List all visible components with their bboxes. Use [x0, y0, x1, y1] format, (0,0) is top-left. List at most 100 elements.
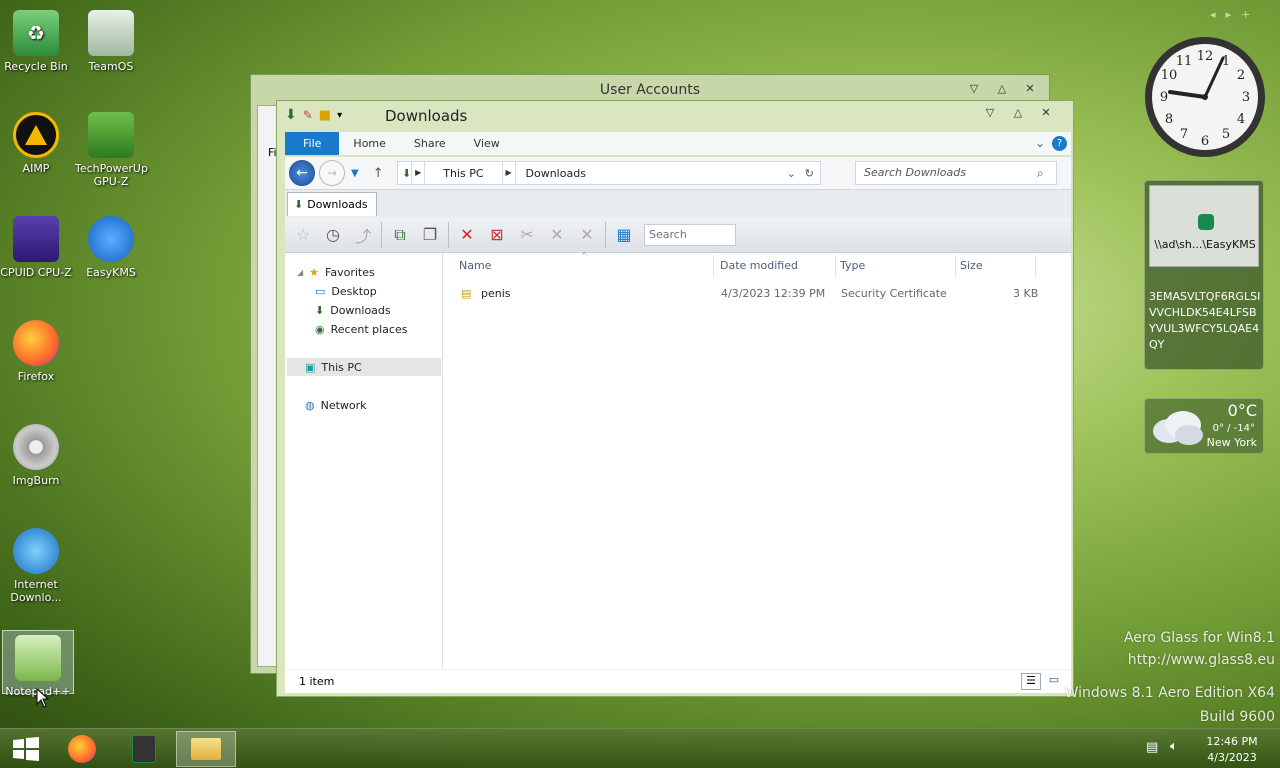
details-view-icon[interactable]: ☰ [1021, 673, 1041, 690]
copy-to-icon[interactable]: ❐ [416, 221, 444, 249]
tab-home[interactable]: Home [339, 132, 399, 155]
undo-icon[interactable]: ✕ [573, 221, 601, 249]
address-dropdown-icon[interactable]: ⌄ [787, 167, 796, 180]
download-icon[interactable]: ⬇ [285, 107, 297, 123]
nav-this-pc[interactable]: ▣ This PC [287, 358, 441, 376]
forward-button[interactable]: → [319, 160, 345, 186]
network-tray-icon[interactable]: ▤ [1146, 740, 1158, 755]
nav-recent-places[interactable]: ◉ Recent places [315, 320, 407, 338]
svg-text:3: 3 [1242, 90, 1250, 105]
desktop-icon-notepadpp[interactable]: Notepad++ [2, 630, 74, 698]
address-row: ← → ▼ ↑ ⬇ ▶ This PC ▶ Downloads ⌄ ↻ Sear… [285, 157, 1071, 189]
favorite-star-icon[interactable]: ☆ [289, 221, 317, 249]
desktop-icon-teamos[interactable]: TeamOS [75, 10, 147, 73]
breadcrumb-chevron-icon[interactable]: ▶ [501, 162, 516, 184]
tab-view[interactable]: View [460, 132, 514, 155]
start-button[interactable] [4, 731, 48, 767]
maximize-button[interactable]: △ [989, 79, 1015, 97]
column-header-size[interactable]: Size [960, 259, 983, 272]
desktop-icon-label: Recycle Bin [4, 60, 68, 73]
gpuz-icon [88, 112, 134, 158]
desktop-icon-label: CPUID CPU-Z [0, 266, 72, 279]
desktop-icon-gpuz[interactable]: TechPowerUp GPU-Z [75, 112, 148, 188]
dropdown-button[interactable]: ▽ [961, 79, 987, 97]
help-icon[interactable]: ? [1052, 136, 1067, 151]
desktop-icon-imgburn[interactable]: ImgBurn [0, 424, 72, 487]
kms-shortcut-tile[interactable]: \\ad\sh...\EasyKMS [1149, 185, 1259, 267]
tab-share[interactable]: Share [400, 132, 460, 155]
desktop-icon-recycle-bin[interactable]: ♻ Recycle Bin [0, 10, 72, 73]
column-divider[interactable] [955, 255, 956, 277]
column-header-date[interactable]: Date modified [720, 259, 798, 272]
maximize-button[interactable]: △ [1005, 103, 1031, 121]
watermark-line: Windows 8.1 Aero Edition X64 [1064, 685, 1275, 701]
desktop-icon-aimp[interactable]: AIMP [0, 112, 72, 175]
table-row[interactable]: ▤ penis 4/3/2023 12:39 PM Security Certi… [459, 285, 1039, 303]
expand-arrow-icon[interactable]: ◢ [297, 268, 303, 277]
rename-icon[interactable]: ✕ [543, 221, 571, 249]
search-icon[interactable]: ⌕ [1037, 166, 1044, 181]
history-icon[interactable]: ◷ [319, 221, 347, 249]
properties-icon[interactable]: ✎ [303, 108, 313, 122]
delete-icon[interactable]: ✕ [453, 221, 481, 249]
column-divider[interactable] [713, 255, 714, 277]
volume-muted-icon[interactable]: 🔈︎ [1170, 739, 1178, 754]
desktop-icon-label: ImgBurn [12, 474, 60, 487]
nav-favorites[interactable]: ◢ ★ Favorites [297, 263, 375, 281]
file-list: Name ^ Date modified Type Size ▤ penis 4… [443, 251, 1071, 669]
nav-network[interactable]: ◍ Network [305, 396, 367, 414]
item-count: 1 item [299, 675, 335, 688]
refresh-icon[interactable]: ↻ [805, 167, 814, 180]
taskbar-file-explorer[interactable] [176, 731, 236, 767]
back-button[interactable]: ← [289, 160, 315, 186]
firefox-icon [13, 320, 59, 366]
column-divider[interactable] [835, 255, 836, 277]
close-button[interactable]: ✕ [1033, 103, 1059, 121]
kms-gadget[interactable]: \\ad\sh...\EasyKMS 3EMASVLTQF6RGLSIVVCHL… [1144, 180, 1264, 370]
close-button[interactable]: ✕ [1017, 79, 1043, 97]
cut-icon[interactable]: ✂ [513, 221, 541, 249]
column-header-name[interactable]: Name [459, 259, 491, 272]
network-icon: ◍ [305, 398, 315, 412]
column-header-type[interactable]: Type [840, 259, 865, 272]
dropdown-button[interactable]: ▽ [977, 103, 1003, 121]
taskbar-calculator[interactable] [114, 731, 174, 767]
desktop-icon-cpuz[interactable]: CPUID CPU-Z [0, 216, 72, 279]
previous-icon[interactable]: ◂ [1210, 8, 1216, 21]
recent-locations-icon[interactable]: ▼ [351, 168, 359, 179]
nav-label: Recent places [330, 322, 408, 336]
ribbon-expand-icon[interactable]: ⌄ [1035, 136, 1045, 150]
nav-downloads[interactable]: ⬇ Downloads [315, 301, 391, 319]
breadcrumb-this-pc[interactable]: This PC [425, 167, 501, 180]
taskbar-firefox[interactable] [52, 731, 112, 767]
gadget-nav: ◂ ▸ + [1210, 8, 1250, 21]
tray-clock-date[interactable]: 4/3/2023 [1196, 751, 1268, 764]
desktop-icon-idm[interactable]: Internet Downlo... [0, 528, 72, 604]
delete-permanently-icon[interactable]: ⊠ [483, 221, 511, 249]
up-button[interactable]: ↑ [373, 166, 384, 181]
explorer-window[interactable]: ⬇ ✎ ■ ▾ Downloads ▽ △ ✕ File Home Share … [276, 100, 1074, 697]
move-to-icon[interactable]: ⧉ [386, 221, 414, 249]
column-divider[interactable] [1035, 255, 1036, 277]
tray-clock-time[interactable]: 12:46 PM [1196, 735, 1268, 748]
next-icon[interactable]: ▸ [1226, 8, 1232, 21]
desktop-icon-firefox[interactable]: Firefox [0, 320, 72, 383]
view-options-icon[interactable]: ▦ [610, 221, 638, 249]
weather-gadget[interactable]: 0°C 0° / -14° New York [1144, 398, 1264, 454]
weather-temperature: 0°C [1227, 401, 1257, 420]
tab-downloads[interactable]: ⬇ Downloads [287, 192, 377, 216]
large-icons-view-icon[interactable]: ▭ [1045, 673, 1063, 690]
new-folder-icon[interactable]: ■ [319, 108, 331, 123]
chevron-down-icon[interactable]: ▾ [337, 110, 342, 121]
tab-file[interactable]: File [285, 132, 340, 155]
share-icon[interactable]: ⤴ [349, 221, 377, 249]
add-gadget-icon[interactable]: + [1241, 8, 1250, 21]
desktop-icon-easykms[interactable]: EasyKMS [75, 216, 147, 279]
nav-desktop[interactable]: ▭ Desktop [315, 282, 377, 300]
clock-gadget[interactable]: 12 12345 67891011 [1142, 34, 1268, 160]
address-bar[interactable]: ⬇ ▶ This PC ▶ Downloads ⌄ ↻ [397, 161, 821, 185]
toolbar-search-input[interactable] [644, 223, 736, 246]
breadcrumb-chevron-icon[interactable]: ▶ [411, 162, 426, 184]
search-downloads-input[interactable]: Search Downloads [855, 161, 1057, 185]
breadcrumb-downloads[interactable]: Downloads [516, 167, 596, 180]
